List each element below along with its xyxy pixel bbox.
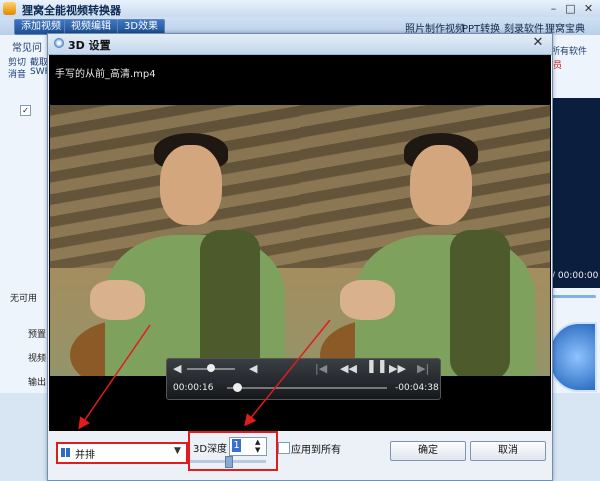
annotation-arrows: [78, 319, 331, 430]
arrow-to-mode-select: [78, 324, 151, 430]
arrow-to-depth: [244, 319, 331, 427]
